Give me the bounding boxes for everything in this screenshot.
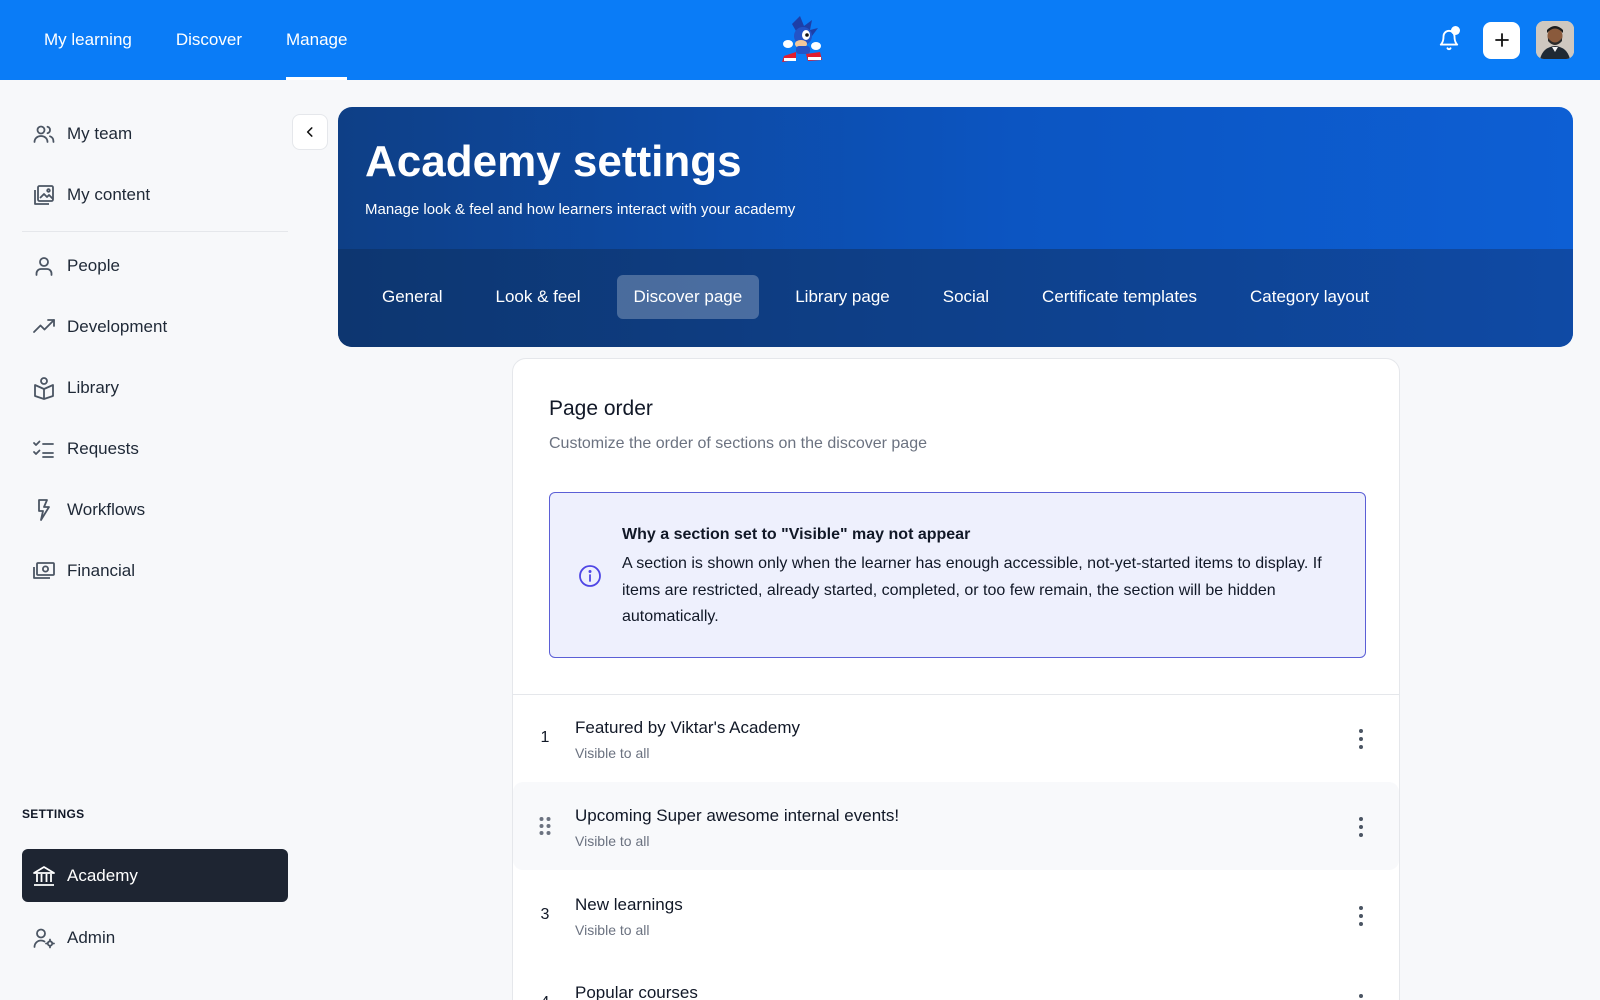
chevron-left-icon — [306, 127, 313, 137]
trend-icon — [32, 315, 56, 339]
section-visibility: Visible to all — [575, 922, 650, 938]
sidebar-item-label: People — [67, 256, 120, 275]
section-title: New learnings — [575, 895, 683, 914]
sidebar-item-requests[interactable]: Requests — [22, 425, 288, 473]
content-icon — [32, 183, 56, 207]
sidebar-item-label: Workflows — [67, 500, 146, 519]
user-gear-icon — [32, 926, 56, 950]
section-order-number: 3 — [540, 906, 550, 923]
info-text: A section is shown only when the learner… — [622, 555, 1322, 625]
info-title: Why a section set to "Visible" may not a… — [622, 526, 971, 543]
library-icon — [32, 376, 56, 400]
sidebar-item-financial[interactable]: Financial — [22, 547, 288, 595]
tab-general[interactable]: General — [365, 275, 459, 319]
section-visibility: Visible to all — [575, 833, 650, 849]
tab-certificate-templates[interactable]: Certificate templates — [1025, 275, 1214, 319]
sidebar-item-my-content[interactable]: My content — [22, 171, 288, 219]
top-navigation-bar: My learning Discover Manage — [0, 0, 1600, 80]
section-title: Featured by Viktar's Academy — [575, 718, 800, 737]
sidebar-item-label: Academy — [67, 865, 138, 885]
top-nav: My learning Discover Manage — [44, 0, 391, 80]
info-icon — [579, 565, 601, 587]
section-title: Popular courses — [575, 983, 698, 1000]
academy-logo[interactable] — [770, 14, 830, 66]
tab-library-page[interactable]: Library page — [778, 275, 907, 319]
sidebar-item-label: My content — [67, 185, 151, 204]
sidebar-item-admin[interactable]: Admin — [22, 914, 288, 962]
sidebar-item-label: Admin — [67, 928, 116, 947]
create-button[interactable] — [1483, 21, 1520, 59]
sidebar-item-academy[interactable]: Academy — [22, 849, 288, 902]
sidebar-item-label: My team — [67, 124, 133, 143]
section-title: Upcoming Super awesome internal events! — [575, 806, 900, 825]
sidebar-item-development[interactable]: Development — [22, 303, 288, 351]
topnav-discover[interactable]: Discover — [176, 0, 242, 80]
person-icon — [32, 254, 56, 278]
page-subtitle: Manage look & feel and how learners inte… — [365, 201, 796, 218]
collapse-sidebar-button[interactable] — [292, 114, 328, 150]
sidebar: My team My content People Development Li… — [0, 80, 312, 1000]
tab-social[interactable]: Social — [926, 275, 1006, 319]
section-visibility: Visible to all — [575, 745, 650, 761]
sidebar-item-my-team[interactable]: My team — [22, 110, 288, 158]
more-options-button[interactable] — [1351, 816, 1371, 838]
sidebar-item-people[interactable]: People — [22, 242, 288, 290]
settings-header: Academy settings Manage look & feel and … — [338, 107, 1573, 347]
section-row[interactable]: 1 Featured by Viktar's Academy Visible t… — [513, 694, 1399, 782]
section-row[interactable]: Upcoming Super awesome internal events! … — [513, 782, 1399, 870]
section-row[interactable]: 4 Popular courses — [513, 959, 1399, 1000]
page-order-card: Page order Customize the order of sectio… — [512, 358, 1400, 1000]
money-icon — [32, 559, 56, 583]
page-title: Academy settings — [365, 137, 742, 186]
sidebar-item-label: Development — [67, 317, 168, 336]
sidebar-item-workflows[interactable]: Workflows — [22, 486, 288, 534]
tab-discover-page[interactable]: Discover page — [616, 275, 760, 319]
section-row[interactable]: 3 New learnings Visible to all — [513, 871, 1399, 959]
user-avatar[interactable] — [1536, 21, 1574, 59]
tab-category-layout[interactable]: Category layout — [1233, 275, 1386, 319]
more-options-button[interactable] — [1351, 993, 1371, 1000]
notification-dot — [1451, 26, 1460, 35]
settings-tabs: General Look & feel Discover page Librar… — [365, 275, 1405, 319]
tab-look-and-feel[interactable]: Look & feel — [478, 275, 597, 319]
settings-section-label: SETTINGS — [22, 807, 85, 821]
section-order-number: 1 — [540, 729, 550, 746]
card-title: Page order — [549, 397, 653, 420]
sidebar-item-label: Library — [67, 378, 119, 397]
sidebar-item-label: Requests — [67, 439, 139, 458]
section-order-number: 4 — [539, 994, 551, 1000]
sidebar-item-label: Financial — [67, 561, 136, 580]
topnav-my-learning[interactable]: My learning — [44, 0, 132, 80]
checklist-icon — [32, 437, 56, 461]
notifications-button[interactable] — [1429, 20, 1469, 60]
drag-handle-icon[interactable] — [538, 816, 552, 836]
card-subtitle: Customize the order of sections on the d… — [549, 435, 927, 452]
info-callout: Why a section set to "Visible" may not a… — [549, 492, 1366, 658]
topnav-manage[interactable]: Manage — [286, 0, 348, 80]
top-right-actions — [1429, 20, 1574, 60]
sidebar-divider — [22, 231, 288, 232]
bank-icon — [32, 864, 56, 888]
team-icon — [32, 122, 56, 146]
plus-icon — [1494, 33, 1509, 47]
sidebar-item-library[interactable]: Library — [22, 364, 288, 412]
bolt-icon — [32, 498, 56, 522]
more-options-button[interactable] — [1351, 728, 1371, 750]
more-options-button[interactable] — [1351, 905, 1371, 927]
